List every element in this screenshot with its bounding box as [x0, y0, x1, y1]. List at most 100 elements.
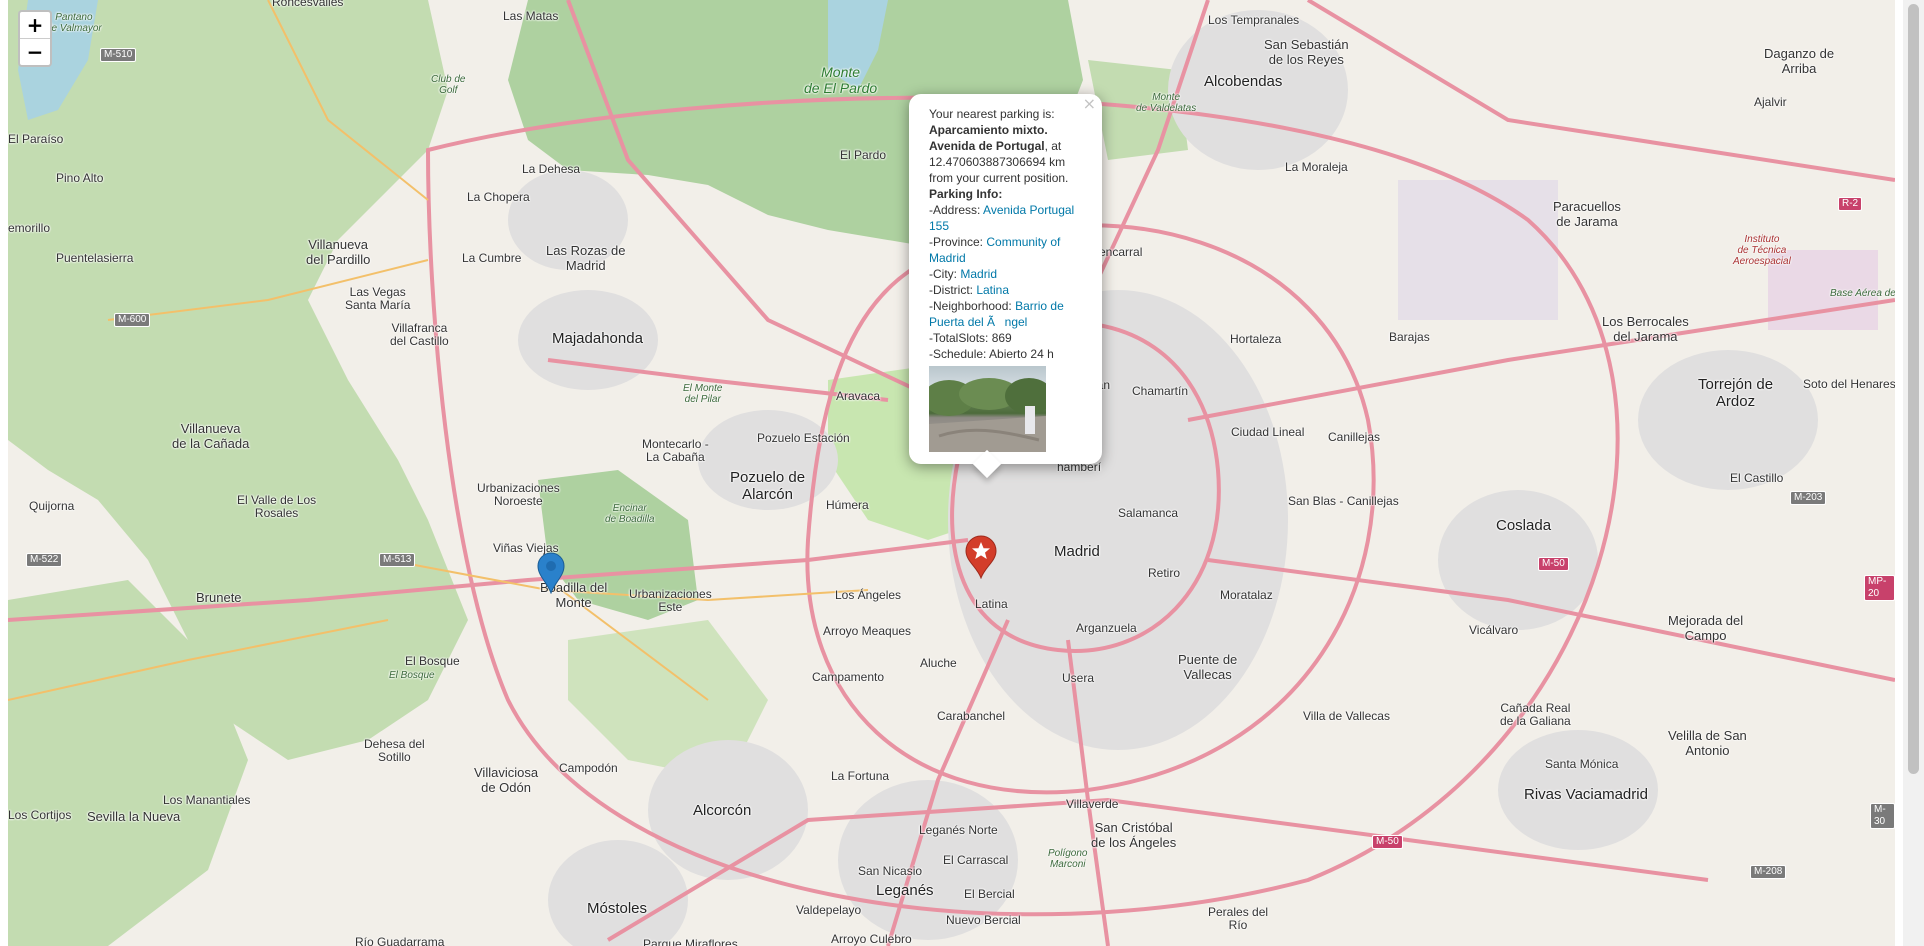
popup-totalslots: -TotalSlots: 869: [929, 331, 1012, 345]
label-leganes-norte: Leganés Norte: [919, 823, 998, 837]
label-montecarlo: Montecarlo - La Cabaña: [642, 437, 709, 464]
parking-star-marker-icon[interactable]: [964, 535, 998, 579]
label-base-aerea: Base Aérea de Torrejón: [1830, 288, 1895, 299]
road-shield-m203: M-203: [1790, 491, 1827, 505]
label-moratalaz: Moratalaz: [1220, 588, 1273, 602]
label-monte-valdelatas: Monte de Valdelatas: [1136, 92, 1197, 114]
label-rivas: Rivas Vaciamadrid: [1524, 786, 1648, 803]
label-villafranca: Villafranca del Castillo: [390, 321, 449, 348]
map-canvas[interactable]: Madrid Latina Carabanchel Usera Arganzue…: [8, 0, 1895, 946]
label-majadahonda: Majadahonda: [552, 330, 643, 347]
label-alcorcon: Alcorcón: [693, 802, 752, 819]
road-shield-m513: M-513: [379, 553, 416, 567]
label-latina: Latina: [975, 597, 1008, 611]
current-location-marker-icon[interactable]: [537, 552, 565, 594]
label-la-fortuna: La Fortuna: [831, 769, 890, 783]
popup-content: Your nearest parking is: Aparcamiento mi…: [929, 106, 1084, 362]
label-instituto: Instituto de Técnica Aeroespacial: [1733, 234, 1791, 267]
label-coslada: Coslada: [1496, 517, 1552, 534]
zoom-control: + −: [18, 10, 52, 67]
label-santa-monica: Santa Mónica: [1545, 757, 1619, 771]
popup-neighborhood-label: -Neighborhood:: [929, 299, 1016, 313]
urban-torrejon: [1638, 350, 1818, 490]
label-el-carrascal: El Carrascal: [943, 853, 1009, 867]
label-soto-henares: Soto del Henares: [1803, 377, 1895, 391]
label-san-sebastian: San Sebastián de los Reyes: [1264, 37, 1349, 67]
label-rio-guadarrama: Río Guadarrama: [355, 935, 445, 946]
parking-photo: [929, 366, 1046, 452]
label-arroyo-culebro: Arroyo Culebro: [831, 932, 912, 946]
label-los-angeles: Los Ángeles: [835, 588, 902, 602]
label-dehesa-sotillo: Dehesa del Sotillo: [364, 737, 425, 764]
label-humera: Húmera: [826, 498, 869, 512]
label-chamartin: Chamartín: [1132, 384, 1189, 398]
road-shield-mp20: MP-20: [1864, 575, 1895, 601]
zoom-out-button[interactable]: −: [20, 39, 50, 65]
label-las-vegas: Las Vegas Santa María: [345, 285, 411, 312]
label-madrid: Madrid: [1054, 543, 1100, 560]
label-el-bosque-park: El Bosque: [389, 670, 435, 681]
label-puente-vallecas: Puente de Vallecas: [1178, 652, 1238, 682]
label-sevilla-nueva: Sevilla la Nueva: [87, 809, 181, 824]
road-shield-m208: M-208: [1750, 865, 1787, 879]
page-scrollbar[interactable]: [1903, 0, 1924, 946]
road-shield-m30: M-30: [1870, 803, 1895, 829]
label-parque-miraflores: Parque Miraflores: [643, 937, 738, 946]
road-shield-m522: M-522: [26, 553, 63, 567]
label-villaverde: Villaverde: [1066, 797, 1119, 811]
label-el-paraiso: El Paraíso: [8, 132, 64, 146]
label-monte-el-pardo: Monte de El Pardo: [804, 64, 878, 96]
label-las-rozas: Las Rozas de Madrid: [546, 243, 626, 273]
urban-mostoles: [548, 840, 688, 946]
label-alcobendas: Alcobendas: [1204, 73, 1283, 90]
popup-parking-name: Aparcamiento mixto. Avenida de Portugal: [929, 123, 1048, 153]
label-romerillo: emorillo: [8, 221, 51, 235]
parking-photo-image: [929, 378, 1046, 452]
popup-schedule: -Schedule: Abierto 24 h: [929, 347, 1054, 361]
label-pino-alto: Pino Alto: [56, 171, 104, 185]
label-campamento: Campamento: [812, 670, 885, 684]
label-quijorna: Quijorna: [29, 499, 75, 513]
zoom-in-button[interactable]: +: [20, 12, 50, 39]
label-canada-real: Cañada Real de la Galiana: [1500, 701, 1571, 728]
label-el-pardo: El Pardo: [840, 148, 887, 162]
popup-district-link[interactable]: Latina: [976, 283, 1009, 297]
airport-barajas: [1398, 180, 1558, 320]
label-aravaca: Aravaca: [836, 389, 881, 403]
scrollbar-thumb[interactable]: [1908, 4, 1919, 774]
label-los-berrocales: Los Berrocales del Jarama: [1602, 314, 1689, 344]
label-urb-noroeste: Urbanizaciones Noroeste: [477, 481, 560, 508]
label-canillejas: Canillejas: [1328, 430, 1381, 444]
label-mostoles: Móstoles: [587, 900, 648, 917]
label-encinar: Encinar de Boadilla: [605, 503, 655, 525]
road-shield-m600: M-600: [114, 313, 151, 327]
label-paracuellos: Paracuellos de Jarama: [1553, 199, 1621, 229]
label-villa-vallecas: Villa de Vallecas: [1303, 709, 1390, 723]
label-villanueva-pardillo: Villanueva del Pardillo: [306, 237, 371, 267]
label-ajalvir: Ajalvir: [1754, 95, 1787, 109]
road-shield-r2: R-2: [1838, 197, 1863, 211]
label-puentelasierra: Puentelasierra: [56, 251, 134, 265]
label-pozuelo-estacion: Pozuelo Estación: [757, 431, 850, 445]
label-arroyo-meaques: Arroyo Meaques: [823, 624, 912, 638]
label-retiro: Retiro: [1148, 566, 1181, 580]
road-shield-m50-east: M-50: [1538, 557, 1569, 571]
label-leganes: Leganés: [876, 882, 934, 899]
label-el-castillo: El Castillo: [1730, 471, 1784, 485]
popup-province-label: -Province:: [929, 235, 987, 249]
label-valdepelayo: Valdepelayo: [796, 903, 862, 917]
label-los-cortijos: Los Cortijos: [8, 808, 72, 822]
label-roncesvalles: Roncesvalles: [272, 0, 344, 9]
label-campodon: Campodón: [559, 761, 618, 775]
label-vicalvaro: Vicálvaro: [1469, 623, 1519, 637]
popup-close-button[interactable]: ×: [1083, 96, 1096, 112]
label-la-cumbre: La Cumbre: [462, 251, 522, 265]
label-pozuelo: Pozuelo de Alarcón: [730, 469, 806, 503]
label-usera: Usera: [1062, 671, 1095, 685]
label-brunete: Brunete: [196, 590, 242, 605]
popup-city-link[interactable]: Madrid: [960, 267, 997, 281]
label-san-nicasio: San Nicasio: [858, 864, 923, 878]
label-la-moraleja: La Moraleja: [1285, 160, 1348, 174]
label-villanueva-canada: Villanueva de la Cañada: [172, 421, 250, 451]
label-san-cristobal: San Cristóbal de los Ángeles: [1091, 820, 1177, 850]
